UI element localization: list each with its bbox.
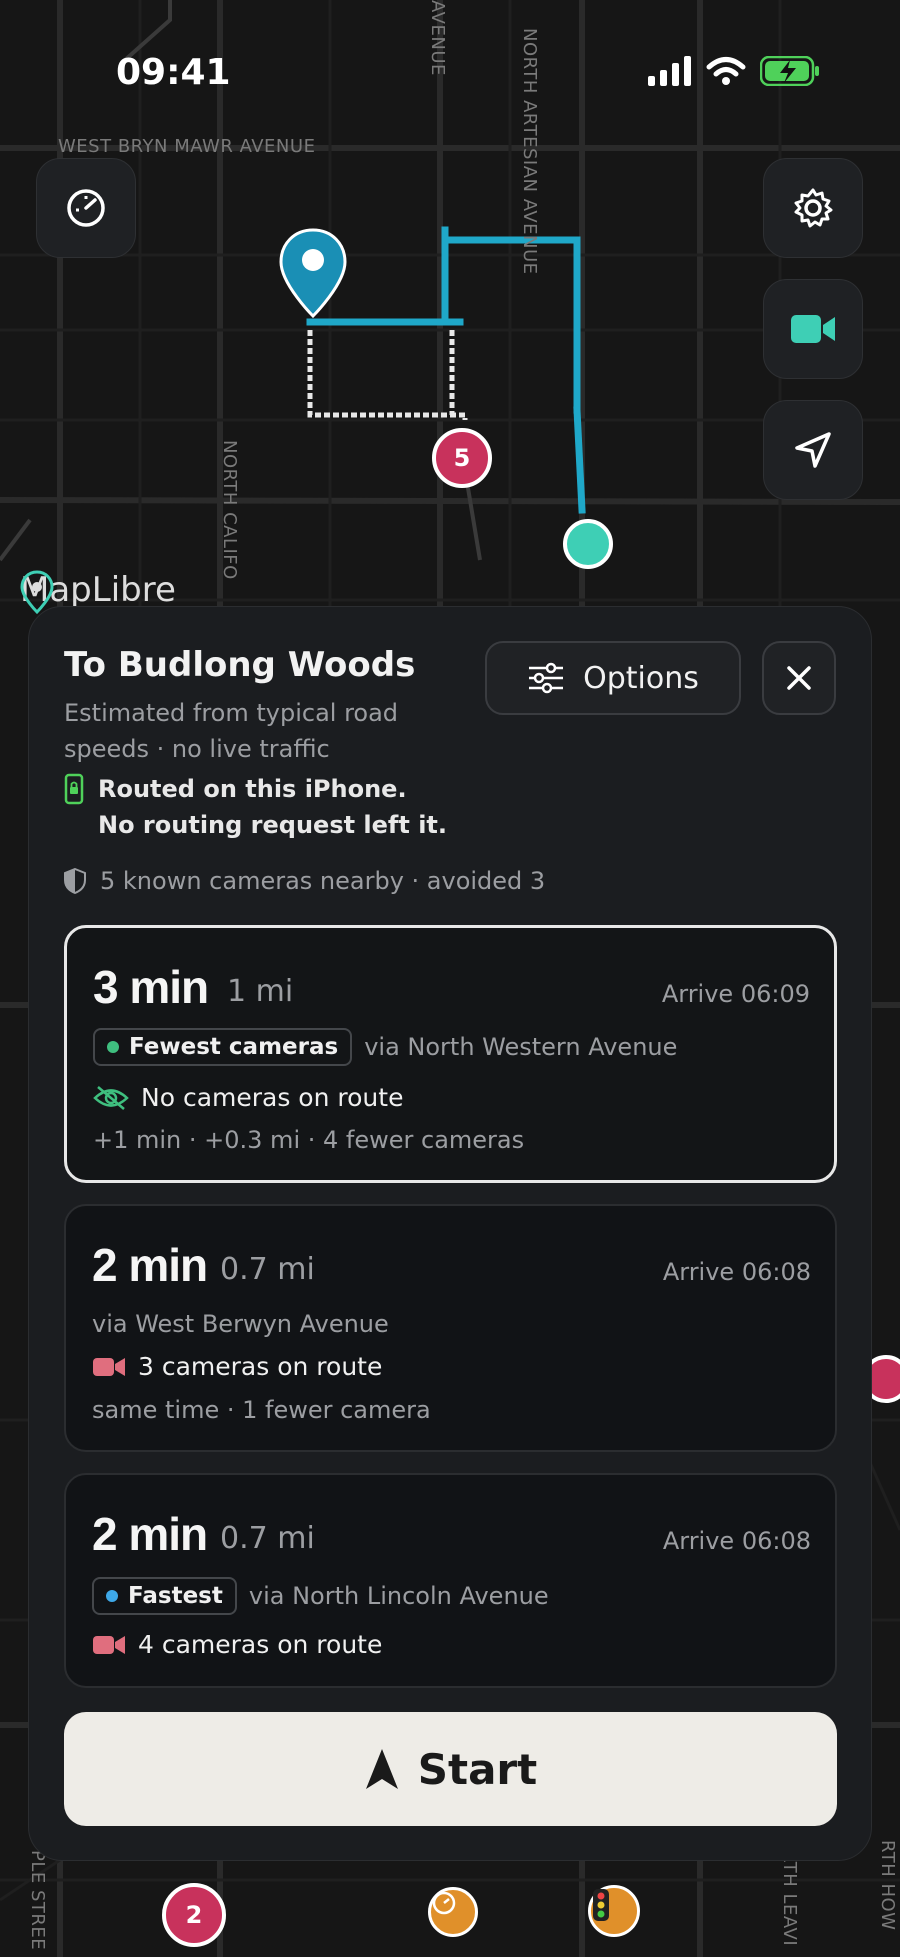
location-pin-icon	[279, 228, 347, 319]
camera-summary: 5 known cameras nearby · avoided 3	[64, 867, 545, 895]
traffic-light-icon	[593, 1889, 609, 1921]
start-label: Start	[417, 1744, 538, 1794]
speed-camera-marker[interactable]	[428, 1887, 478, 1937]
status-icons	[648, 56, 820, 86]
badge-dot	[107, 1041, 119, 1053]
sliders-icon	[529, 662, 564, 694]
route-via: via North Western Avenue	[364, 1033, 678, 1061]
route-camera-count: No cameras on route	[141, 1083, 404, 1112]
video-camera-icon	[93, 1357, 125, 1376]
route-camera-row: No cameras on route	[93, 1083, 403, 1112]
privacy-line-2: No routing request left it.	[98, 811, 448, 839]
street-label-maple: PLE STREE	[27, 1850, 48, 1951]
start-button[interactable]: Start	[64, 1712, 837, 1826]
video-camera-icon	[791, 315, 835, 343]
street-label-bryn-mawr: WEST BRYN MAWR AVENUE	[58, 136, 316, 157]
route-badge-row: Fewest cameras via North Western Avenue	[93, 1028, 677, 1066]
lock-phone-icon	[64, 773, 84, 805]
route-time: 2 min	[92, 1508, 208, 1560]
speedometer-button[interactable]	[36, 158, 136, 258]
badge-label: Fastest	[128, 1583, 223, 1609]
street-label-howard: RTH HOW	[877, 1840, 898, 1931]
route-distance: 0.7 mi	[220, 1252, 315, 1287]
navigation-arrow-icon	[795, 432, 831, 468]
route-option-2[interactable]: 2 min 0.7 mi Arrive 06:08 via West Berwy…	[64, 1204, 837, 1452]
camera-summary-text: 5 known cameras nearby · avoided 3	[100, 867, 546, 895]
badge-label: Fewest cameras	[129, 1034, 339, 1060]
route-camera-count: 4 cameras on route	[138, 1630, 383, 1659]
estimate-note: Estimated from typical road speeds · no …	[64, 699, 399, 763]
camera-layer-button[interactable]	[763, 279, 863, 379]
route-distance: 0.7 mi	[220, 1521, 315, 1556]
street-label-avenue: AVENUE	[427, 0, 448, 76]
close-button[interactable]	[762, 641, 836, 715]
route-arrival: Arrive 06:08	[662, 1258, 811, 1286]
route-option-3[interactable]: 2 min 0.7 mi Arrive 06:08 Fastest via No…	[64, 1473, 837, 1688]
route-camera-row: 3 cameras on route	[92, 1352, 382, 1381]
speedometer-icon	[67, 189, 105, 227]
shield-icon	[64, 868, 86, 894]
options-button[interactable]: Options	[485, 641, 741, 715]
route-arrival: Arrive 06:08	[662, 1527, 811, 1555]
speedometer-icon	[432, 1891, 456, 1915]
privacy-line-1: Routed on this iPhone.	[98, 775, 407, 803]
route-badge: Fewest cameras	[93, 1028, 353, 1066]
options-label: Options	[583, 660, 699, 696]
badge-dot	[106, 1590, 118, 1602]
close-icon	[787, 666, 811, 690]
route-via: via West Berwyn Avenue	[92, 1310, 389, 1338]
street-label-artesian: NORTH ARTESIAN AVENUE	[519, 28, 540, 275]
eye-off-icon	[93, 1085, 129, 1110]
traffic-light-marker[interactable]	[588, 1885, 640, 1937]
gear-icon	[794, 188, 833, 228]
route-distance: 1 mi	[227, 974, 294, 1009]
route-camera-count: 3 cameras on route	[138, 1352, 383, 1381]
camera-cluster-marker[interactable]: 5	[432, 428, 492, 488]
route-sheet: To Budlong Woods Estimated from typical …	[28, 606, 872, 1861]
street-label-leavitt: RTH LEAVI	[779, 1850, 800, 1947]
video-camera-icon	[93, 1635, 125, 1654]
route-badge-row: Fastest via North Lincoln Avenue	[92, 1577, 549, 1615]
privacy-note: Routed on this iPhone. No routing reques…	[64, 771, 447, 843]
battery-charging-icon	[760, 56, 819, 86]
destination-title: To Budlong Woods	[64, 645, 416, 685]
route-time: 2 min	[92, 1239, 208, 1291]
destination-pin[interactable]	[278, 228, 348, 320]
camera-cluster-marker-bottom[interactable]: 2	[162, 1883, 226, 1947]
route-arrival: Arrive 06:09	[661, 980, 810, 1008]
settings-button[interactable]	[763, 158, 863, 258]
route-badge: Fastest	[92, 1577, 237, 1615]
navigation-start-icon	[365, 1749, 398, 1789]
route-delta: +1 min · +0.3 mi · 4 fewer cameras	[93, 1126, 525, 1154]
route-camera-row: 4 cameras on route	[92, 1630, 382, 1659]
route-delta: same time · 1 fewer camera	[92, 1396, 431, 1424]
signal-icon	[648, 56, 691, 86]
current-location-dot	[563, 519, 613, 569]
wifi-icon	[706, 57, 746, 85]
route-time: 3 min	[93, 961, 209, 1013]
status-time: 09:41	[116, 52, 231, 93]
route-option-1[interactable]: 3 min 1 mi Arrive 06:09 Fewest cameras v…	[64, 925, 837, 1183]
route-via: via North Lincoln Avenue	[248, 1582, 549, 1610]
street-label-california: NORTH CALIFO	[219, 440, 240, 580]
map-attribution[interactable]: MapLibre	[20, 570, 176, 614]
recenter-button[interactable]	[763, 400, 863, 500]
